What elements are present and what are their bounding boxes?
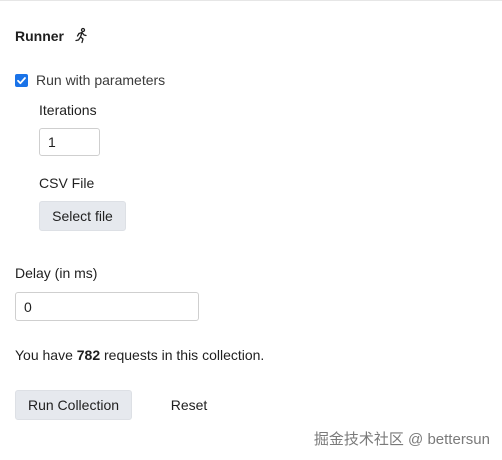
- request-count-number: 782: [76, 347, 101, 363]
- run-with-parameters-checkbox[interactable]: [15, 73, 28, 87]
- request-count-prefix: You have: [15, 347, 77, 363]
- runner-title: Runner: [15, 28, 64, 44]
- iterations-input[interactable]: 1: [39, 128, 100, 156]
- top-divider: [0, 0, 502, 1]
- iterations-label: Iterations: [39, 102, 97, 118]
- run-with-parameters-label[interactable]: Run with parameters: [36, 72, 165, 88]
- reset-button[interactable]: Reset: [160, 390, 218, 420]
- iterations-value: 1: [48, 134, 56, 150]
- watermark: 掘金技术社区 @ bettersun: [313, 431, 490, 448]
- delay-label: Delay (in ms): [15, 265, 98, 281]
- csv-file-label: CSV File: [39, 175, 95, 191]
- select-file-button[interactable]: Select file: [39, 201, 126, 231]
- run-collection-button[interactable]: Run Collection: [15, 390, 132, 420]
- running-person-icon: [72, 27, 90, 45]
- delay-input[interactable]: 0: [15, 292, 199, 321]
- delay-value: 0: [24, 298, 32, 315]
- run-with-parameters-row[interactable]: Run with parameters: [15, 72, 165, 88]
- request-count-suffix: requests in this collection.: [100, 347, 265, 363]
- runner-header: Runner: [15, 26, 90, 46]
- request-count-text: You have 782 requests in this collection…: [15, 347, 264, 363]
